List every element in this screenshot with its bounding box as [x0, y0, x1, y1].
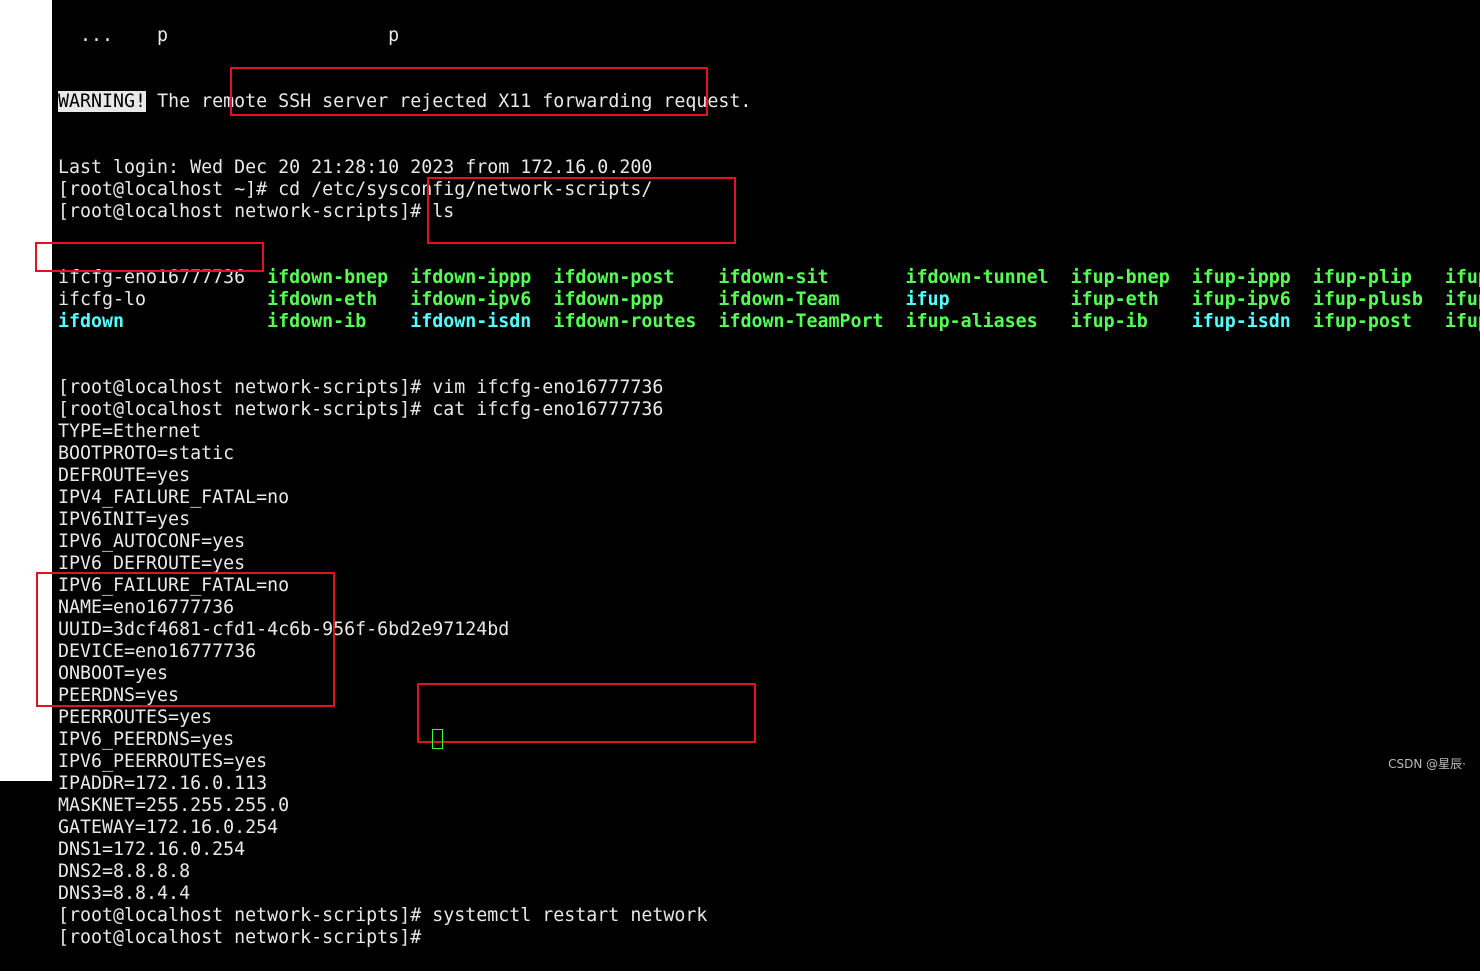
ls-file-entry: ifup-ipv6 — [1191, 289, 1291, 310]
terminal-line: [root@localhost network-scripts]# ls — [58, 201, 455, 222]
ls-file-entry: ifup — [905, 289, 950, 310]
ls-file-entry: ifup-ib — [1070, 311, 1148, 332]
ls-file-entry: ifdown-Team — [718, 289, 840, 310]
terminal-line: [root@localhost network-scripts]# system… — [58, 905, 708, 926]
clipped-line: ... p p — [58, 25, 400, 46]
ls-file-entry: ifdown-eth — [267, 289, 378, 310]
watermark: CSDN @星辰· — [1388, 757, 1466, 771]
terminal-line: DNS1=172.16.0.254 — [58, 839, 246, 860]
terminal-cursor — [432, 729, 443, 749]
ls-row: ifcfg-eno16777736 ifdown-bnep ifdown-ipp… — [58, 267, 1480, 289]
warning-label: WARNING! — [58, 91, 147, 112]
terminal-line: IPV6_PEERROUTES=yes — [58, 751, 268, 772]
ls-file-entry: ifdown-post — [553, 267, 675, 288]
ls-file-entry: ifdown-routes — [553, 311, 697, 332]
terminal-line: [root@localhost network-scripts]# cat if… — [58, 399, 664, 420]
terminal-line: IPV4_FAILURE_FATAL=no — [58, 487, 290, 508]
ls-file-entry: ifup-ippp — [1191, 267, 1291, 288]
ls-file-entry: ifup-plip — [1312, 267, 1412, 288]
terminal-line: MASKNET=255.255.255.0 — [58, 795, 290, 816]
terminal-output[interactable]: ... p p WARNING! The remote SSH server r… — [58, 0, 1480, 971]
highlight-box-vim-cat — [427, 177, 736, 244]
highlight-box-ip-settings — [36, 572, 335, 707]
terminal-line: IPV6INIT=yes — [58, 509, 191, 530]
ls-file-entry: ifup-post — [1312, 311, 1412, 332]
terminal-line: GATEWAY=172.16.0.254 — [58, 817, 279, 838]
terminal-line: BOOTPROTO=static — [58, 443, 235, 464]
terminal-line: DEFROUTE=yes — [58, 465, 191, 486]
ls-row: ifdown ifdown-ib ifdown-isdn ifdown-rout… — [58, 311, 1480, 333]
ls-file-entry: ifdown-tunnel — [905, 267, 1049, 288]
terminal-line: DNS2=8.8.8.8 — [58, 861, 191, 882]
ls-file-entry: ifdown-ppp — [553, 289, 664, 310]
ls-file-entry: ifdown — [58, 311, 125, 332]
terminal-line: IPV6_AUTOCONF=yes — [58, 531, 246, 552]
ls-file-entry: ifup-isdn — [1191, 311, 1291, 332]
ls-file-entry: ifdown-sit — [718, 267, 829, 288]
terminal-line: IPADDR=172.16.0.113 — [58, 773, 268, 794]
ls-file-entry: ifdown-ipv6 — [410, 289, 532, 310]
ls-file-entry: ifup — [1444, 311, 1480, 332]
ls-file-entry: ifup — [1444, 289, 1480, 310]
highlight-box-cd-ls — [230, 67, 708, 116]
highlight-box-restart — [417, 683, 756, 743]
highlight-box-bootproto — [35, 242, 264, 272]
ls-row: ifcfg-lo ifdown-eth ifdown-ipv6 ifdown-p… — [58, 289, 1480, 311]
ls-file-entry: ifcfg-lo — [58, 289, 147, 310]
ls-file-entry: ifup-eth — [1070, 289, 1159, 310]
ls-file-entry: ifup — [1444, 267, 1480, 288]
terminal-line: DNS3=8.8.4.4 — [58, 883, 191, 904]
ls-file-entry: ifup-plusb — [1312, 289, 1423, 310]
terminal-line: TYPE=Ethernet — [58, 421, 202, 442]
terminal-line: [root@localhost network-scripts]# — [58, 927, 433, 948]
terminal-line: IPV6_PEERDNS=yes — [58, 729, 235, 750]
ls-file-entry: ifdown-bnep — [267, 267, 389, 288]
ls-file-entry: ifdown-ib — [267, 311, 367, 332]
ls-file-entry: ifdown-TeamPort — [718, 311, 884, 332]
terminal-line: [root@localhost network-scripts]# vim if… — [58, 377, 664, 398]
terminal-line: PEERROUTES=yes — [58, 707, 213, 728]
ls-file-entry: ifdown-isdn — [410, 311, 532, 332]
ls-file-entry: ifup-bnep — [1070, 267, 1170, 288]
terminal-line: [root@localhost ~]# cd /etc/sysconfig/ne… — [58, 179, 653, 200]
ls-file-entry: ifdown-ippp — [410, 267, 532, 288]
terminal-line: Last login: Wed Dec 20 21:28:10 2023 fro… — [58, 157, 653, 178]
ls-file-entry: ifup-aliases — [905, 311, 1038, 332]
